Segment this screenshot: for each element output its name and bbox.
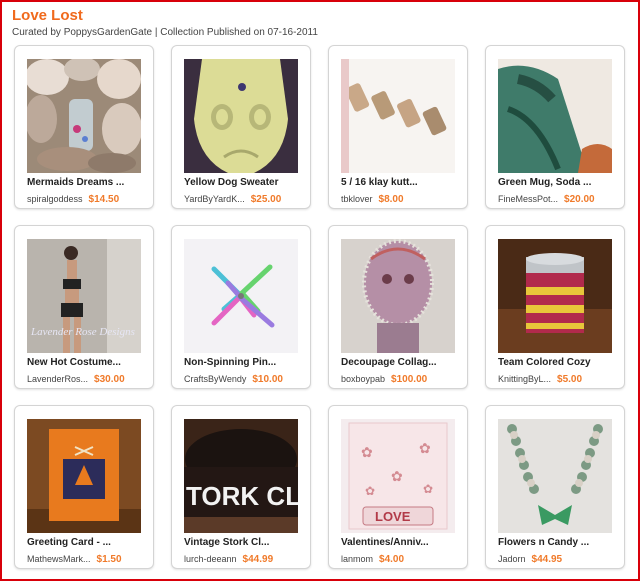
item-name[interactable]: Greeting Card - ... [27,537,147,548]
item-price: $44.95 [531,554,563,565]
shop-name[interactable]: lurch-deeann [184,554,237,564]
item-image-costume[interactable]: Lavender Rose Designs [27,239,141,353]
shop-name[interactable]: spiralgoddess [27,194,83,204]
shop-name[interactable]: KnittingByL... [498,374,551,384]
item-card[interactable]: Green Mug, Soda ... FineMessPot... $20.00 [485,45,625,209]
collection-subtitle: Curated by PoppysGardenGate | Collection… [12,27,318,38]
item-card[interactable]: TORK CLU Vintage Stork Cl... lurch-deean… [171,405,311,569]
item-name[interactable]: Green Mug, Soda ... [498,177,618,188]
item-card[interactable]: Non-Spinning Pin... CraftsByWendy $10.00 [171,225,311,389]
item-card[interactable]: Lavender Rose Designs New Hot Costume...… [14,225,154,389]
item-image-seashells[interactable] [27,59,141,173]
item-card[interactable]: Greeting Card - ... MathewsMark... $1.50 [14,405,154,569]
item-name[interactable]: Non-Spinning Pin... [184,357,304,368]
item-meta: CraftsByWendy $10.00 [184,374,283,385]
item-image-decoupage-head[interactable] [341,239,455,353]
item-image-stork-ashtray[interactable]: TORK CLU [184,419,298,533]
item-card[interactable]: Flowers n Candy ... Jadorn $44.95 [485,405,625,569]
svg-text:✿: ✿ [419,441,431,457]
item-price: $20.00 [564,194,595,205]
item-price: $10.00 [252,374,283,385]
item-price: $4.00 [379,554,405,565]
item-card[interactable]: Team Colored Cozy KnittingByL... $5.00 [485,225,625,389]
item-name[interactable]: 5 / 16 klay kutt... [341,177,461,188]
item-image-necklace[interactable] [498,419,612,533]
item-name[interactable]: Mermaids Dreams ... [27,177,147,188]
shop-name[interactable]: FineMessPot... [498,194,558,204]
item-meta: YardByYardK... $25.00 [184,194,281,205]
item-card[interactable]: Yellow Dog Sweater YardByYardK... $25.00 [171,45,311,209]
item-price: $25.00 [250,194,282,205]
item-card[interactable]: Mermaids Dreams ... spiralgoddess $14.50 [14,45,154,209]
item-price: $14.50 [88,194,120,205]
svg-text:✿: ✿ [365,484,375,498]
item-image-klay-kutters[interactable] [341,59,455,173]
shop-name[interactable]: YardByYardK... [184,194,245,204]
shop-name[interactable]: lanmom [341,554,373,564]
item-name[interactable]: Team Colored Cozy [498,357,618,368]
item-meta: Jadorn $44.95 [498,554,562,565]
item-name[interactable]: Vintage Stork Cl... [184,537,304,548]
item-price: $44.99 [242,554,274,565]
item-meta: boxboypab $100.00 [341,374,427,385]
item-card[interactable]: Decoupage Collag... boxboypab $100.00 [328,225,468,389]
item-name[interactable]: Flowers n Candy ... [498,537,618,548]
item-meta: lanmom $4.00 [341,554,404,565]
svg-text:✿: ✿ [361,445,373,461]
item-price: $30.00 [94,374,125,385]
item-image-dog-sweater[interactable] [184,59,298,173]
svg-text:✿: ✿ [423,482,433,496]
item-image-pinwheel[interactable] [184,239,298,353]
shop-name[interactable]: boxboypab [341,374,385,384]
item-name[interactable]: Yellow Dog Sweater [184,177,304,188]
item-meta: tbklover $8.00 [341,194,404,205]
item-price: $5.00 [557,374,583,385]
shop-name[interactable]: Jadorn [498,554,526,564]
item-meta: lurch-deeann $44.99 [184,554,273,565]
stork-text: TORK CLU [186,481,298,511]
item-meta: MathewsMark... $1.50 [27,554,122,565]
item-price: $100.00 [391,374,428,385]
svg-text:✿: ✿ [391,469,403,485]
love-text: LOVE [375,509,411,524]
item-card[interactable]: ✿ ✿ ✿ ✿ ✿ LOVE Valentines/Anniv... lanmo… [328,405,468,569]
shop-name[interactable]: MathewsMark... [27,554,91,564]
shop-name[interactable]: LavenderRos... [27,374,88,384]
item-image-valentine[interactable]: ✿ ✿ ✿ ✿ ✿ LOVE [341,419,455,533]
item-meta: KnittingByL... $5.00 [498,374,582,385]
item-card[interactable]: 5 / 16 klay kutt... tbklover $8.00 [328,45,468,209]
item-image-green-mug[interactable] [498,59,612,173]
item-name[interactable]: New Hot Costume... [27,357,147,368]
item-name[interactable]: Decoupage Collag... [341,357,461,368]
item-meta: spiralgoddess $14.50 [27,194,119,205]
item-meta: LavenderRos... $30.00 [27,374,125,385]
shop-name[interactable]: tbklover [341,194,373,204]
collection-title[interactable]: Love Lost [12,7,83,24]
shop-name[interactable]: CraftsByWendy [184,374,246,384]
item-image-greeting-card[interactable] [27,419,141,533]
watermark-text: Lavender Rose Designs [30,326,135,338]
item-name[interactable]: Valentines/Anniv... [341,537,461,548]
item-image-cozy[interactable] [498,239,612,353]
item-price: $1.50 [96,554,122,565]
item-meta: FineMessPot... $20.00 [498,194,595,205]
item-price: $8.00 [378,194,404,205]
